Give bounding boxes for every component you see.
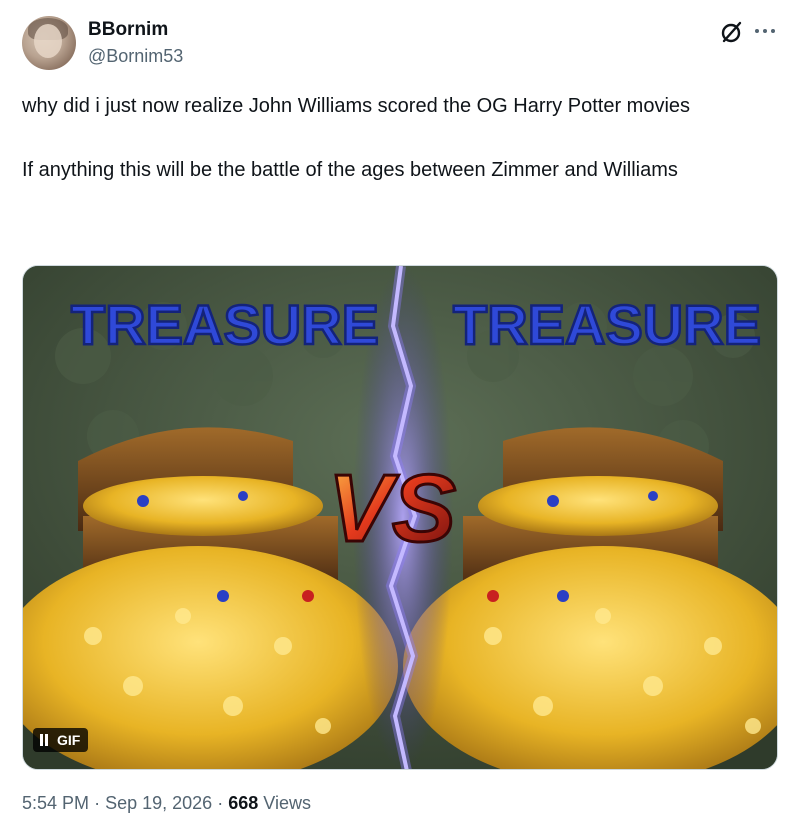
tweet: BBornim @Bornim53 why did i just now rea… xyxy=(0,0,800,820)
meta-separator: · xyxy=(94,793,101,813)
tweet-paragraph-1: why did i just now realize John Williams… xyxy=(22,95,691,117)
gif-badge[interactable]: GIF xyxy=(33,728,89,752)
tweet-paragraph-2: If anything this will be the battle of t… xyxy=(22,159,678,181)
pause-icon[interactable] xyxy=(39,734,49,746)
views-count[interactable]: 668 xyxy=(228,793,258,813)
avatar[interactable] xyxy=(22,16,76,70)
views-label: Views xyxy=(263,793,311,813)
left-caption: TREASURE xyxy=(71,293,379,356)
post-date[interactable]: Sep 19, 2026 xyxy=(105,793,212,813)
tweet-meta: 5:54 PM · Sep 19, 2026 · 668 Views xyxy=(22,793,311,814)
more-icon[interactable] xyxy=(752,24,778,38)
gif-image: TREASURE TREASURE VS xyxy=(23,266,777,769)
grok-icon[interactable] xyxy=(718,18,746,46)
vs-text: VS xyxy=(328,455,456,562)
right-caption: TREASURE xyxy=(453,293,761,356)
display-name[interactable]: BBornim xyxy=(88,19,168,41)
user-handle[interactable]: @Bornim53 xyxy=(88,46,183,67)
gif-label: GIF xyxy=(57,732,81,748)
avatar-face xyxy=(34,24,62,58)
meta-separator-2: · xyxy=(217,793,224,813)
gif-media[interactable]: TREASURE TREASURE VS xyxy=(22,265,778,770)
tweet-text: why did i just now realize John Williams… xyxy=(22,90,762,186)
post-time[interactable]: 5:54 PM xyxy=(22,793,89,813)
